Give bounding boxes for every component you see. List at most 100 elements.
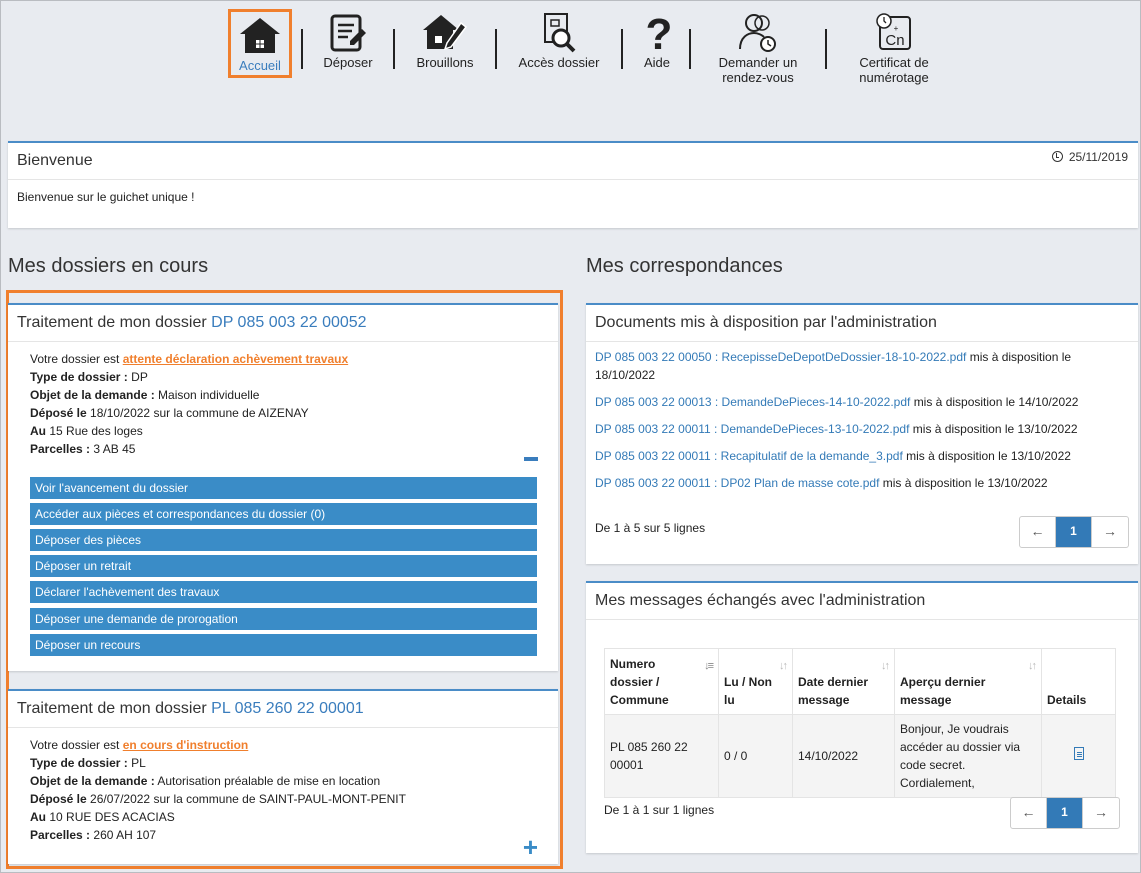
top-navigation: Accueil Déposer Brouillons Accès dossier…: [1, 1, 1141, 97]
document-link[interactable]: DP 085 003 22 00011 : DP02 Plan de masse…: [595, 476, 879, 490]
header-text: Aperçu dernier: [900, 675, 986, 689]
next-page-button[interactable]: →: [1092, 517, 1128, 547]
nav-divider: [825, 29, 827, 69]
cell-text: Bonjour, Je voudrais: [900, 722, 1009, 736]
header-text: Commune: [610, 693, 669, 707]
certificate-clock-icon: + Cn: [872, 11, 916, 55]
au-label: Au: [30, 810, 46, 824]
status-link[interactable]: en cours d'instruction: [123, 738, 249, 752]
action-voir-avancement[interactable]: Voir l'avancement du dossier: [30, 477, 537, 499]
column-header-apercu[interactable]: ↓↑ Aperçu dernier message: [894, 648, 1042, 715]
cell-date: 14/10/2022: [792, 714, 895, 798]
expand-plus-icon[interactable]: +: [523, 834, 538, 860]
nav-acces-dossier[interactable]: Accès dossier: [511, 11, 607, 70]
nav-divider: [689, 29, 691, 69]
messages-title: Mes messages échangés avec l'administrat…: [586, 583, 1138, 620]
document-availability: mis à disposition le 14/10/2022: [913, 395, 1079, 409]
welcome-message: Bienvenue sur le guichet unique !: [17, 190, 195, 204]
action-deposer-recours[interactable]: Déposer un recours: [30, 634, 537, 656]
cell-text: Cordialement,: [900, 776, 975, 790]
list-item: DP 085 003 22 00011 : DP02 Plan de masse…: [595, 474, 1129, 492]
column-header-details: Details: [1041, 648, 1116, 715]
user-clock-icon: [736, 11, 780, 55]
status-link[interactable]: attente déclaration achèvement travaux: [123, 352, 348, 366]
type-value: DP: [131, 370, 148, 384]
document-icon[interactable]: [1073, 747, 1084, 760]
nav-divider: [301, 29, 303, 69]
cell-text: PL 085 260 22: [610, 740, 688, 754]
next-page-button[interactable]: →: [1083, 798, 1119, 828]
nav-aide[interactable]: ? Aide: [637, 10, 677, 70]
document-link[interactable]: DP 085 003 22 00011 : Recapitulatif de l…: [595, 449, 903, 463]
nav-label: Accès dossier: [518, 55, 600, 70]
type-value: PL: [131, 756, 146, 770]
column-header-numero[interactable]: ↓≡ Numero dossier / Commune: [604, 648, 719, 715]
collapse-icon[interactable]: [524, 457, 538, 461]
parcelles-value: 260 AH 107: [93, 828, 157, 842]
list-item: DP 085 003 22 00050 : RecepisseDeDepotDe…: [595, 348, 1129, 384]
parcelles-value: 3 AB 45: [93, 442, 136, 456]
messages-table: ↓≡ Numero dossier / Commune ↓↑ Lu / Non …: [604, 648, 1116, 798]
prev-page-button[interactable]: ←: [1011, 798, 1047, 828]
objet-value: Maison individuelle: [158, 388, 260, 402]
action-deposer-prorogation[interactable]: Déposer une demande de prorogation: [30, 608, 537, 630]
header-text: Date dernier: [798, 675, 869, 689]
column-header-date[interactable]: ↓↑ Date dernier message: [792, 648, 895, 715]
nav-label: numérotage: [859, 70, 929, 85]
home-icon: [238, 14, 282, 58]
table-row: PL 085 260 22 00001 0 / 0 14/10/2022 Bon…: [604, 714, 1116, 798]
nav-accueil[interactable]: Accueil: [228, 9, 292, 78]
document-link[interactable]: DP 085 003 22 00050 : RecepisseDeDepotDe…: [595, 350, 966, 364]
welcome-title: Bienvenue: [8, 143, 1138, 180]
list-item: DP 085 003 22 00013 : DemandeDePieces-14…: [595, 393, 1129, 411]
depose-value: 18/10/2022 sur la commune de AIZENAY: [90, 406, 309, 420]
cell-details: [1041, 714, 1116, 798]
question-icon: ?: [637, 10, 681, 59]
svg-text:?: ?: [646, 11, 673, 55]
nav-rendez-vous[interactable]: Demander un rendez-vous: [707, 11, 809, 85]
action-deposer-pieces[interactable]: Déposer des pièces: [30, 529, 537, 551]
home-draft-icon: [423, 11, 468, 55]
document-link[interactable]: DP 085 003 22 00013 : DemandeDePieces-14…: [595, 395, 910, 409]
sort-icon: ↓↑: [881, 660, 890, 672]
objet-label: Objet de la demande :: [30, 388, 155, 402]
prev-page-button[interactable]: ←: [1020, 517, 1056, 547]
correspondances-section-title: Mes correspondances: [586, 255, 783, 277]
messages-count: De 1 à 1 sur 1 lignes: [604, 803, 715, 817]
nav-label: Déposer: [323, 55, 373, 70]
documents-count: De 1 à 5 sur 5 lignes: [595, 521, 706, 535]
depose-label: Déposé le: [30, 792, 87, 806]
parcelles-label: Parcelles :: [30, 828, 91, 842]
file-search-icon: [537, 11, 581, 55]
au-value: 15 Rue des loges: [49, 424, 143, 438]
sort-icon: ↓↑: [1028, 660, 1037, 672]
nav-deposer[interactable]: Déposer: [317, 11, 379, 70]
status-prefix: Votre dossier est: [30, 738, 120, 752]
au-label: Au: [30, 424, 46, 438]
header-text: message: [798, 693, 850, 707]
sort-icon: ↓≡: [704, 660, 714, 672]
document-link[interactable]: DP 085 003 22 00011 : DemandeDePieces-13…: [595, 422, 909, 436]
welcome-date-value: 25/11/2019: [1068, 150, 1128, 164]
nav-label: Brouillons: [416, 55, 474, 70]
action-deposer-retrait[interactable]: Déposer un retrait: [30, 555, 537, 577]
dossier-id-link[interactable]: DP 085 003 22 00052: [211, 314, 366, 331]
action-acceder-pieces[interactable]: Accéder aux pièces et correspondances du…: [30, 503, 537, 525]
dossier-title: Traitement de mon dossier PL 085 260 22 …: [8, 691, 558, 728]
list-item: DP 085 003 22 00011 : DemandeDePieces-13…: [595, 420, 1129, 438]
dossiers-section-title: Mes dossiers en cours: [8, 255, 209, 277]
nav-brouillons[interactable]: Brouillons: [409, 11, 481, 70]
depose-value: 26/07/2022 sur la commune de SAINT-PAUL-…: [90, 792, 406, 806]
current-page-button[interactable]: 1: [1047, 798, 1083, 828]
action-declarer-achevement[interactable]: Déclarer l'achèvement des travaux: [30, 581, 537, 603]
nav-certificat[interactable]: + Cn Certificat de numérotage: [847, 11, 941, 85]
dossier-details: Votre dossier est attente déclaration ac…: [8, 342, 558, 468]
current-page-button[interactable]: 1: [1056, 517, 1092, 547]
header-text: lu: [724, 693, 735, 707]
objet-value: Autorisation préalable de mise en locati…: [157, 774, 381, 788]
column-header-lu[interactable]: ↓↑ Lu / Non lu: [718, 648, 793, 715]
dossier-id-link[interactable]: PL 085 260 22 00001: [211, 700, 363, 717]
objet-label: Objet de la demande :: [30, 774, 155, 788]
header-text: message: [900, 693, 952, 707]
au-value: 10 RUE DES ACACIAS: [49, 810, 175, 824]
